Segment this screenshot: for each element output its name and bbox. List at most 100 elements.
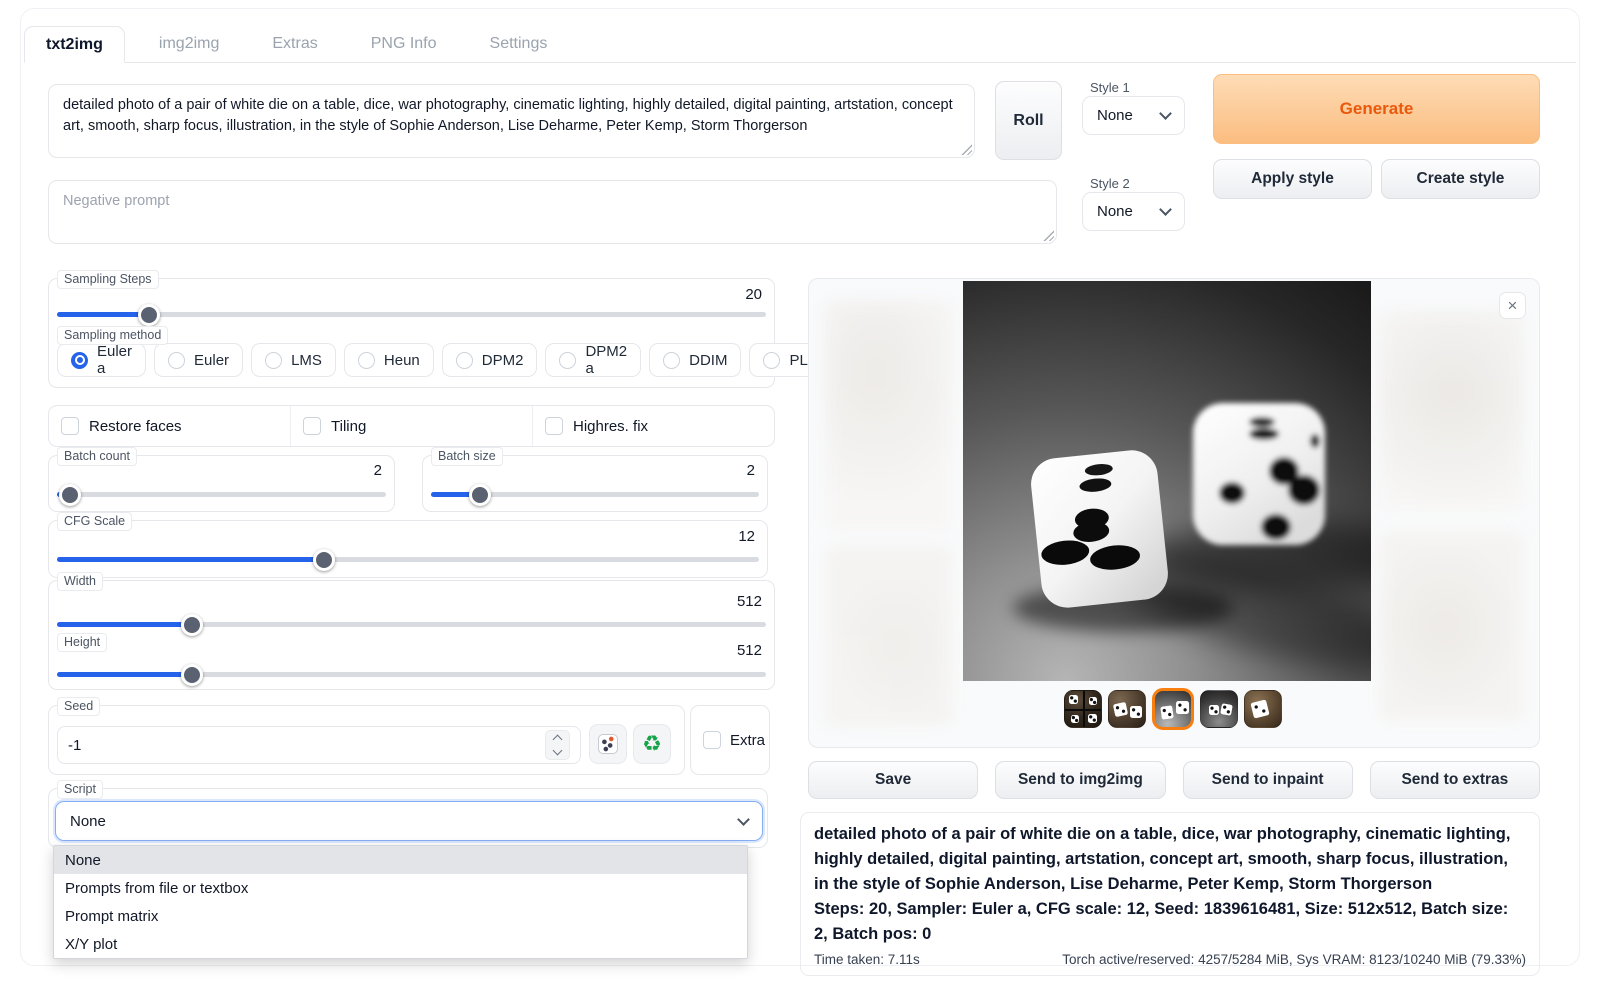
- script-dropdown-list: None Prompts from file or textbox Prompt…: [53, 845, 748, 959]
- seed-box: Seed ♻: [48, 705, 685, 775]
- highres-fix-label: Highres. fix: [573, 418, 648, 435]
- generate-button[interactable]: Generate: [1213, 74, 1540, 144]
- close-icon[interactable]: ×: [1499, 292, 1526, 319]
- reuse-seed-button[interactable]: ♻: [633, 724, 671, 764]
- batch-size-label: Batch size: [431, 447, 503, 466]
- vram-stats-text: Torch active/reserved: 4257/5284 MiB, Sy…: [1062, 952, 1526, 967]
- batch-size-value: 2: [747, 462, 755, 479]
- gallery-thumbnail-2[interactable]: [1108, 690, 1146, 728]
- script-option-none[interactable]: None: [54, 846, 747, 874]
- seed-stepper[interactable]: [545, 730, 570, 760]
- script-label: Script: [57, 780, 103, 799]
- cfg-scale-value: 12: [738, 528, 755, 545]
- script-option-prompt-matrix[interactable]: Prompt matrix: [54, 902, 747, 930]
- random-seed-button[interactable]: [589, 724, 627, 764]
- chevron-down-icon: [1159, 107, 1172, 120]
- negative-prompt-input[interactable]: [48, 180, 1057, 244]
- gallery-thumbnail-1[interactable]: [1064, 690, 1102, 728]
- time-taken-text: Time taken: 7.11s: [814, 952, 920, 967]
- send-to-img2img-button[interactable]: Send to img2img: [995, 761, 1165, 799]
- send-to-extras-button[interactable]: Send to extras: [1370, 761, 1540, 799]
- batch-size-slider[interactable]: [431, 483, 759, 505]
- batch-size-box: Batch size 2: [422, 455, 768, 512]
- tab-img2img[interactable]: img2img: [140, 26, 238, 62]
- sampling-box: Sampling Steps 20 Sampling method Euler …: [48, 278, 775, 388]
- restore-faces-checkbox[interactable]: [61, 417, 79, 435]
- style1-label: Style 1: [1090, 80, 1130, 95]
- result-gallery: ×: [808, 278, 1540, 748]
- height-label: Height: [57, 633, 107, 652]
- restore-faces-label: Restore faces: [89, 418, 182, 435]
- sampling-method-label: Sampling method: [57, 326, 168, 345]
- prompt-input[interactable]: detailed photo of a pair of white die on…: [48, 84, 975, 158]
- seed-field-wrap: [57, 726, 581, 764]
- batch-count-slider[interactable]: [57, 483, 386, 505]
- width-slider[interactable]: [57, 613, 766, 635]
- generation-info-box: detailed photo of a pair of white die on…: [800, 812, 1540, 976]
- width-value: 512: [737, 593, 762, 610]
- extra-seed-box: Extra: [690, 705, 770, 775]
- generation-info-prompt: detailed photo of a pair of white die on…: [814, 822, 1526, 896]
- send-to-inpaint-button[interactable]: Send to inpaint: [1183, 761, 1353, 799]
- style1-select[interactable]: None: [1082, 96, 1185, 135]
- style1-value: None: [1097, 107, 1133, 124]
- dimensions-box: Width 512 Height 512: [48, 580, 775, 690]
- sampling-method-group: Euler a Euler LMS Heun DPM2 DPM2 a DDIM …: [57, 343, 844, 377]
- highres-fix-checkbox[interactable]: [545, 417, 563, 435]
- tab-extras[interactable]: Extras: [253, 26, 336, 62]
- tab-png-info[interactable]: PNG Info: [352, 26, 456, 62]
- sampler-dpm2-a[interactable]: DPM2 a: [545, 343, 641, 377]
- output-actions: Save Send to img2img Send to inpaint Sen…: [808, 761, 1540, 799]
- caret-up-icon: [553, 735, 563, 745]
- height-value: 512: [737, 642, 762, 659]
- cfg-scale-label: CFG Scale: [57, 512, 132, 531]
- sampling-steps-slider[interactable]: [57, 303, 766, 325]
- extra-label: Extra: [730, 732, 765, 749]
- toggle-row: Restore faces Tiling Highres. fix: [48, 405, 775, 447]
- sampler-euler[interactable]: Euler: [154, 343, 243, 377]
- extra-checkbox[interactable]: [703, 731, 721, 749]
- create-style-button[interactable]: Create style: [1381, 159, 1540, 199]
- tiling-checkbox[interactable]: [303, 417, 321, 435]
- batch-count-box: Batch count 2: [48, 455, 395, 512]
- cfg-scale-box: CFG Scale 12: [48, 520, 768, 578]
- script-value: None: [70, 813, 106, 830]
- caret-down-icon: [553, 746, 563, 756]
- gallery-thumbnail-4[interactable]: [1200, 690, 1238, 728]
- sampler-heun[interactable]: Heun: [344, 343, 434, 377]
- sampler-euler-a[interactable]: Euler a: [57, 343, 146, 377]
- style2-label: Style 2: [1090, 176, 1130, 191]
- script-option-prompts-from-file[interactable]: Prompts from file or textbox: [54, 874, 747, 902]
- script-box: Script None: [48, 788, 768, 848]
- tab-txt2img[interactable]: txt2img: [24, 26, 125, 63]
- save-button[interactable]: Save: [808, 761, 978, 799]
- recycle-icon: ♻: [642, 733, 662, 755]
- sampler-ddim[interactable]: DDIM: [649, 343, 741, 377]
- style2-value: None: [1097, 203, 1133, 220]
- seed-label: Seed: [57, 697, 100, 716]
- cfg-scale-slider[interactable]: [57, 548, 759, 570]
- generation-info-params: Steps: 20, Sampler: Euler a, CFG scale: …: [814, 897, 1526, 947]
- gallery-thumbnails: [1064, 688, 1282, 730]
- generated-image[interactable]: [963, 281, 1371, 681]
- gallery-ghost-left: [821, 291, 961, 731]
- style2-select[interactable]: None: [1082, 192, 1185, 231]
- sampling-steps-label: Sampling Steps: [57, 270, 159, 289]
- sampler-lms[interactable]: LMS: [251, 343, 336, 377]
- gallery-thumbnail-3[interactable]: [1152, 688, 1194, 730]
- script-option-xy-plot[interactable]: X/Y plot: [54, 930, 747, 958]
- txt2img-page: txt2img img2img Extras PNG Info Settings…: [0, 0, 1600, 1000]
- roll-button[interactable]: Roll: [995, 81, 1062, 160]
- batch-count-label: Batch count: [57, 447, 137, 466]
- seed-input[interactable]: [68, 737, 545, 754]
- chevron-down-icon: [737, 813, 750, 826]
- prompt-field-wrap: detailed photo of a pair of white die on…: [48, 84, 975, 158]
- apply-style-button[interactable]: Apply style: [1213, 159, 1372, 199]
- main-tabbar: txt2img img2img Extras PNG Info Settings: [24, 26, 1576, 63]
- gallery-thumbnail-5[interactable]: [1244, 690, 1282, 728]
- tab-settings[interactable]: Settings: [471, 26, 567, 62]
- script-select[interactable]: None: [55, 801, 763, 841]
- height-slider[interactable]: [57, 663, 766, 685]
- negative-prompt-wrap: [48, 180, 1057, 244]
- sampler-dpm2[interactable]: DPM2: [442, 343, 538, 377]
